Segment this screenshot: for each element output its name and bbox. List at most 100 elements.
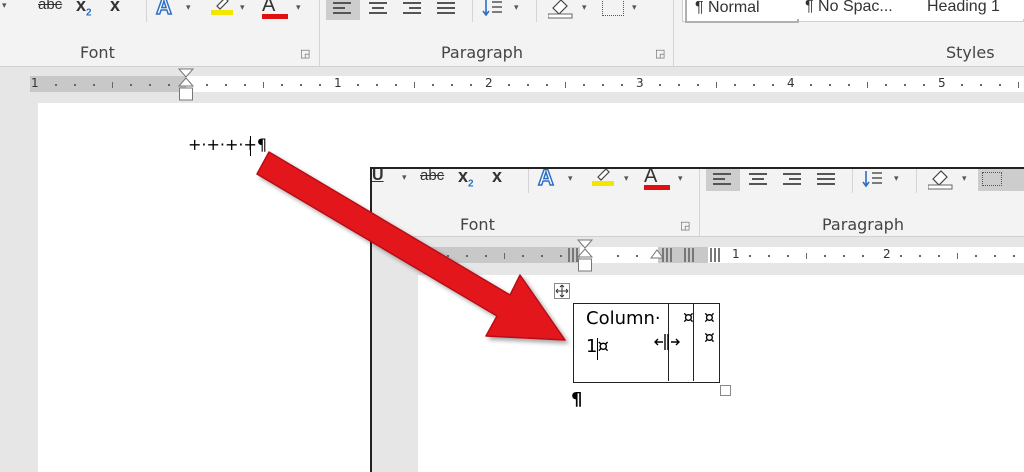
ruler-tick: [923, 84, 925, 86]
column-resize-cursor-icon: [654, 333, 680, 351]
ruler-tick: [885, 84, 887, 86]
align-line: [369, 2, 387, 4]
ruler-tick: [659, 84, 661, 86]
right-indent-marker[interactable]: [650, 249, 664, 263]
align-right-button[interactable]: [780, 169, 804, 191]
chevron-down-icon[interactable]: ▾: [186, 2, 191, 13]
borders-button[interactable]: [978, 169, 1024, 191]
font-dialog-launcher-icon[interactable]: ◲: [300, 47, 310, 60]
chevron-down-icon[interactable]: ▾: [582, 2, 587, 13]
align-left-button[interactable]: [706, 169, 740, 191]
line-spacing-icon[interactable]: [482, 0, 504, 20]
text-effects-button[interactable]: A: [537, 169, 554, 191]
font-color-button[interactable]: A: [262, 0, 288, 19]
text-cursor: [250, 136, 251, 156]
shading-icon[interactable]: [547, 0, 574, 20]
ruler-tick: [697, 84, 699, 86]
chevron-down-icon[interactable]: ▾: [2, 0, 7, 11]
chevron-down-icon[interactable]: ▾: [678, 173, 683, 184]
ruler-tick: [168, 84, 170, 86]
line-spacing-icon[interactable]: [862, 169, 884, 191]
ruler-tick: [716, 82, 717, 88]
font-color-button[interactable]: A: [644, 169, 670, 190]
ruler-tick: [734, 84, 736, 86]
justify-button[interactable]: [814, 169, 838, 191]
ruler-tick: [395, 84, 397, 86]
style-normal[interactable]: ¶ Normal: [685, 0, 799, 23]
align-line: [789, 178, 801, 180]
highlight-pen-icon[interactable]: [592, 169, 614, 187]
paragraph-dialog-launcher-icon[interactable]: ◲: [655, 47, 665, 60]
ruler-tick: [149, 84, 151, 86]
align-line: [333, 12, 351, 14]
chevron-down-icon[interactable]: ▾: [632, 2, 637, 13]
subscript-button[interactable]: x2: [76, 0, 92, 19]
separator: [699, 169, 700, 236]
chevron-down-icon[interactable]: ▾: [624, 173, 629, 184]
table-resize-handle-icon[interactable]: [720, 385, 731, 396]
chevron-down-icon[interactable]: ▾: [894, 173, 899, 184]
ruler-tick: [560, 255, 562, 257]
ruler-tick: [957, 253, 958, 259]
align-right-button[interactable]: [400, 0, 424, 20]
paragraph-group-label: Paragraph: [441, 43, 523, 62]
align-line: [369, 12, 387, 14]
ruler-tick: [470, 84, 472, 86]
chevron-down-icon[interactable]: ▾: [568, 173, 573, 184]
chevron-down-icon[interactable]: ▾: [402, 172, 407, 183]
ruler-tick: [357, 84, 359, 86]
font-dialog-launcher-icon[interactable]: ◲: [680, 219, 690, 232]
ruler-tick: [961, 84, 963, 86]
align-line: [783, 183, 801, 185]
align-center-button[interactable]: [746, 169, 770, 191]
ruler-margin-left: [30, 76, 186, 92]
table-column-marker-icon[interactable]: [684, 248, 696, 262]
borders-icon[interactable]: [602, 0, 624, 16]
first-line-indent-marker[interactable]: [177, 68, 195, 102]
chevron-down-icon[interactable]: ▾: [962, 173, 967, 184]
table-move-handle-icon[interactable]: [554, 283, 570, 299]
superscript-button[interactable]: x: [492, 169, 502, 187]
align-center-button[interactable]: [366, 0, 390, 20]
align-left-button[interactable]: [326, 0, 360, 20]
text-effects-button[interactable]: A: [155, 0, 172, 20]
ruler-tick: [281, 84, 283, 86]
separator: [536, 0, 537, 22]
separator: [472, 0, 473, 22]
subscript-button[interactable]: x2: [458, 169, 474, 190]
styles-gallery: ¶ Normal ¶ No Spac... Heading 1: [682, 0, 1024, 23]
inset-screenshot: U ▾ abc x2 x A ▾ ▾ A ▾ Font ◲ ▾ ▾ Paragr…: [370, 167, 1024, 472]
highlight-pen-icon[interactable]: [211, 0, 233, 16]
style-no-spacing[interactable]: ¶ No Spac...: [797, 0, 923, 19]
subscript-label: x: [76, 0, 87, 15]
strikethrough-button[interactable]: abc: [38, 0, 62, 13]
subscript-sub-label: 2: [86, 7, 92, 19]
ruler-tick: [1013, 255, 1015, 257]
ruler-tick: [565, 82, 566, 88]
ruler-margin-left: [420, 247, 580, 263]
align-line: [403, 12, 421, 14]
strikethrough-button[interactable]: abc: [420, 169, 444, 184]
ruler-number: 2: [883, 247, 891, 261]
first-line-indent-marker[interactable]: [576, 239, 594, 273]
chevron-down-icon[interactable]: ▾: [240, 2, 245, 13]
shading-icon[interactable]: [927, 169, 954, 191]
ruler-number: 5: [938, 76, 946, 90]
font-color-bar: [644, 185, 670, 190]
ruler-tick: [617, 255, 619, 257]
chevron-down-icon[interactable]: ▾: [296, 2, 301, 13]
underline-button[interactable]: U: [372, 169, 384, 185]
align-line: [817, 173, 835, 175]
table-cell[interactable]: ¤¤: [694, 304, 718, 381]
ruler-tick: [263, 82, 264, 88]
ruler-tick: [772, 84, 774, 86]
justify-button[interactable]: [434, 0, 458, 20]
ruler-tick: [206, 84, 208, 86]
superscript-button[interactable]: x: [110, 0, 120, 16]
ruler-tick: [300, 84, 302, 86]
chevron-down-icon[interactable]: ▾: [514, 2, 519, 13]
ruler-tick: [527, 84, 529, 86]
table-column-marker-icon[interactable]: [710, 248, 722, 262]
inset-document-page[interactable]: [418, 275, 1024, 472]
style-heading-1[interactable]: Heading 1: [919, 0, 1024, 19]
